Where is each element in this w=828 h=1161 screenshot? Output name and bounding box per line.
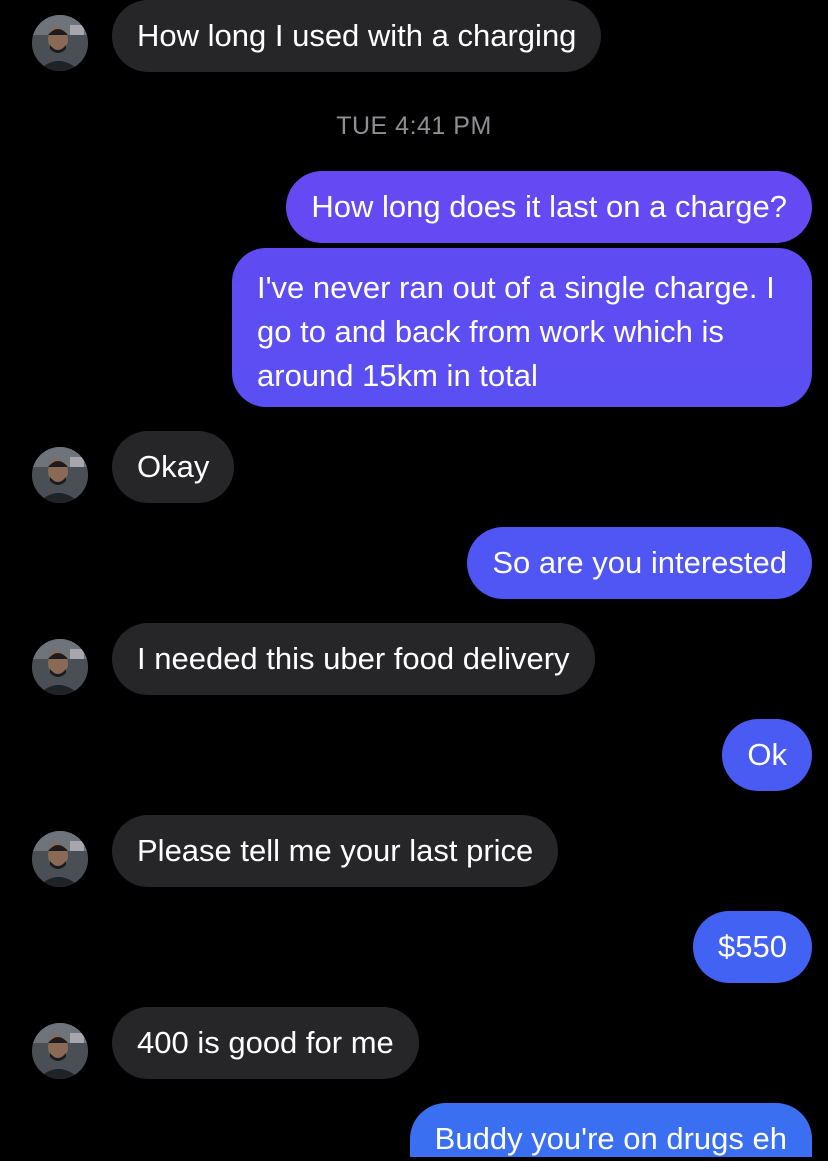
sender-avatar[interactable] <box>32 15 88 71</box>
sender-avatar[interactable] <box>32 1023 88 1079</box>
outgoing-message-bubble[interactable]: How long does it last on a charge? <box>286 171 812 243</box>
outgoing-message-bubble[interactable]: So are you interested <box>467 527 812 599</box>
sender-avatar[interactable] <box>32 447 88 503</box>
avatar-photo-icon <box>32 1023 88 1079</box>
outgoing-message-bubble[interactable]: I've never ran out of a single charge. I… <box>232 248 812 407</box>
outgoing-message-bubble[interactable]: Ok <box>722 719 812 791</box>
avatar-photo-icon <box>32 447 88 503</box>
incoming-message-bubble[interactable]: I needed this uber food delivery <box>112 623 595 695</box>
incoming-message-bubble[interactable]: Okay <box>112 431 235 503</box>
outgoing-message-bubble[interactable]: Buddy you're on drugs eh <box>409 1103 812 1157</box>
conversation-timestamp: TUE 4:41 PM <box>336 112 492 140</box>
avatar-photo-icon <box>32 15 88 71</box>
outgoing-message-bubble[interactable]: $550 <box>693 911 812 983</box>
incoming-message-bubble[interactable]: Please tell me your last price <box>112 815 559 887</box>
avatar-photo-icon <box>32 639 88 695</box>
avatar-photo-icon <box>32 831 88 887</box>
sender-avatar[interactable] <box>32 831 88 887</box>
incoming-message-bubble[interactable]: How long I used with a charging <box>112 0 602 72</box>
sender-avatar[interactable] <box>32 639 88 695</box>
incoming-message-bubble[interactable]: 400 is good for me <box>112 1007 419 1079</box>
